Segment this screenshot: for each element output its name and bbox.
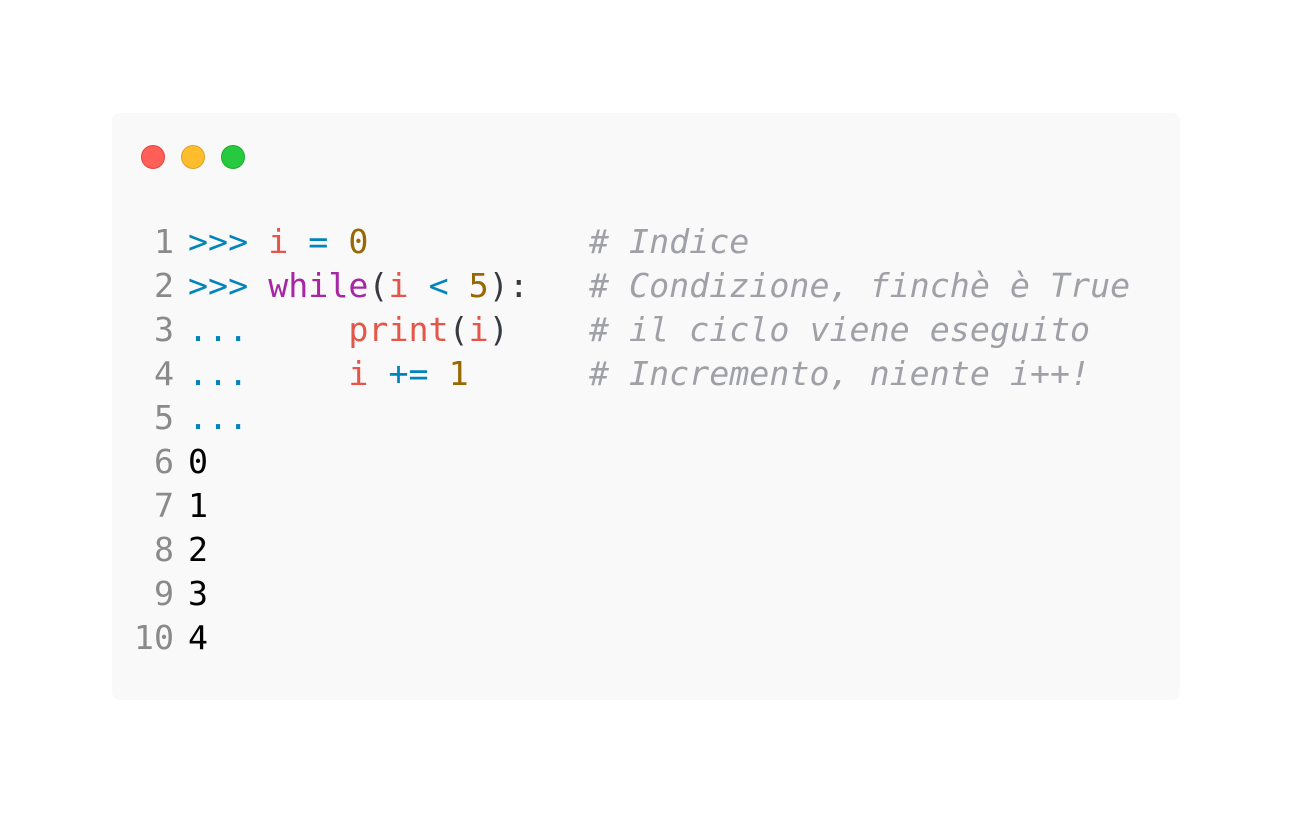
code-token-comment: # Indice [588,222,750,261]
code-token-punctuation [288,222,308,261]
code-token-prompt: ... [188,398,249,437]
code-token-comment: # Incremento, niente i++! [588,354,1091,393]
code-line: 82 [112,528,1130,572]
code-tokens: >>> i = 0 # Indice [188,220,749,264]
code-line: 60 [112,440,1130,484]
code-token-prompt: ... [188,310,349,349]
line-number: 7 [153,486,174,525]
minimize-dot-icon[interactable] [181,145,205,169]
maximize-dot-icon[interactable] [221,145,245,169]
code-token-punctuation [409,266,429,305]
code-tokens: ... print(i) # il ciclo viene eseguito [188,308,1090,352]
code-token-punctuation [529,266,589,305]
code-token-punctuation: ( [448,310,469,349]
code-block: 1 >>> i = 0 # Indice 2 >>> while(i < 5): # … [112,220,1130,660]
code-line: 10 4 [112,616,1130,660]
line-number: 1 [153,222,174,261]
code-line: 1 >>> i = 0 # Indice [112,220,1130,264]
code-tokens: 0 [188,440,208,484]
code-token-prompt: ... [188,354,349,393]
line-number: 5 [153,398,174,437]
code-token-punctuation: ) [488,310,509,349]
code-tokens: 3 [188,572,208,616]
code-line: 3... print(i) # il ciclo viene eseguito [112,308,1130,352]
code-token-prompt: >>> [188,222,269,261]
code-line: 2 >>> while(i < 5): # Condizione, finchè … [112,264,1130,308]
code-line: 93 [112,572,1130,616]
code-tokens: >>> while(i < 5): # Condizione, finchè è… [188,264,1130,308]
line-number: 3 [153,310,174,349]
code-token-punctuation: ( [368,266,389,305]
code-token-punctuation: ): [488,266,529,305]
code-token-output: 2 [188,530,209,569]
code-token-number: 0 [348,222,369,261]
code-token-punctuation [449,266,469,305]
code-token-comment: # Condizione, finchè è True [588,266,1131,305]
line-number: 8 [153,530,174,569]
code-window: 1 >>> i = 0 # Indice 2 >>> while(i < 5): # … [112,113,1180,700]
code-token-punctuation [509,310,589,349]
code-token-punctuation [469,354,589,393]
line-number: 6 [153,442,174,481]
code-tokens: 4 [188,616,208,660]
line-number: 4 [153,354,174,393]
code-token-number: 5 [468,266,489,305]
code-token-comment: # il ciclo viene eseguito [588,310,1091,349]
code-token-output: 4 [188,618,209,657]
code-token-variable: i [468,310,489,349]
code-token-punctuation [429,354,449,393]
code-tokens: ... i += 1 # Incremento, niente i++! [188,352,1090,396]
code-token-output: 1 [188,486,209,525]
code-token-variable: i [348,354,369,393]
code-tokens: 1 [188,484,208,528]
close-dot-icon[interactable] [141,145,165,169]
code-token-punctuation [368,222,589,261]
line-number: 10 [133,618,174,657]
code-tokens: ... [188,396,248,440]
code-token-output: 3 [188,574,209,613]
code-token-punctuation [368,354,388,393]
code-token-variable: i [268,222,289,261]
line-number: 2 [153,266,174,305]
code-token-keyword: while [268,266,369,305]
line-number: 9 [153,574,174,613]
code-token-prompt: >>> [188,266,269,305]
code-token-prompt: < [428,266,449,305]
code-token-prompt: += [388,354,429,393]
code-line: 4... i += 1 # Incremento, niente i++! [112,352,1130,396]
code-line: 71 [112,484,1130,528]
code-tokens: 2 [188,528,208,572]
code-token-prompt: = [308,222,329,261]
code-token-number: 1 [448,354,469,393]
code-token-variable: i [388,266,409,305]
code-line: 5... [112,396,1130,440]
code-token-function: print [348,310,449,349]
code-token-output: 0 [188,442,209,481]
code-token-punctuation [328,222,348,261]
